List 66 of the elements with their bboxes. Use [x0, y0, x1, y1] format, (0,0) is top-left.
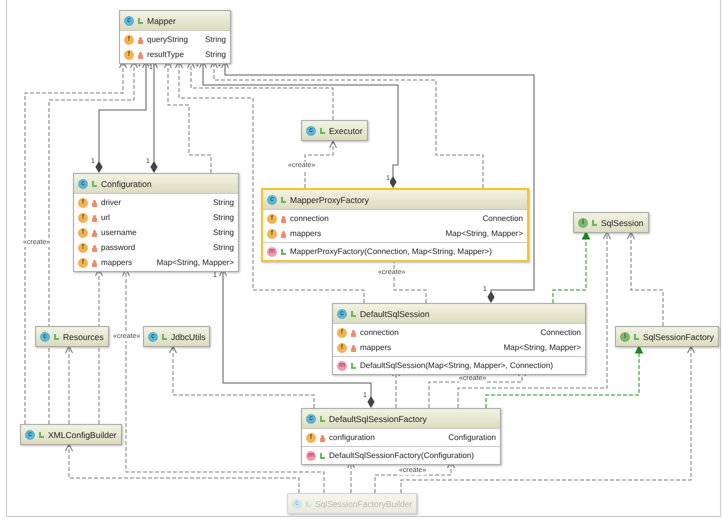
class-name: SqlSession	[601, 218, 644, 228]
lock-icon	[137, 36, 144, 44]
public-icon	[38, 430, 45, 438]
field-type: Configuration	[448, 433, 496, 442]
lock-icon	[280, 230, 287, 238]
lock-icon	[319, 434, 326, 442]
class-name: Configuration	[101, 178, 152, 188]
field-name: url	[101, 213, 111, 222]
method-signature: MapperProxyFactory(Connection, Map<String, Mapper>)	[290, 247, 493, 256]
lock-icon	[137, 50, 144, 58]
class-name: Mapper	[147, 16, 176, 26]
public-icon	[91, 180, 98, 188]
lock-icon	[91, 228, 98, 236]
class-name: DefaultSqlSession	[360, 308, 430, 318]
field-type: String	[205, 35, 226, 44]
field-name: resultType	[147, 50, 185, 59]
field-name: mappers	[101, 258, 134, 267]
class-name: Executor	[329, 126, 363, 136]
class-name: SqlSessionFactoryBuilder	[315, 498, 412, 508]
class-name: XMLConfigBuilder	[48, 430, 117, 440]
class-name: MapperProxyFactory	[290, 194, 369, 204]
method-signature: DefaultSqlSessionFactory(Configuration)	[329, 451, 475, 460]
field-name: mappers	[290, 229, 322, 238]
class-name: JdbcUtils	[171, 332, 206, 342]
field-type: String	[213, 243, 234, 252]
lock-icon	[91, 258, 98, 266]
class-name: SqlSessionFactory	[643, 332, 714, 342]
field-type: Map<String, Mapper>	[156, 258, 234, 267]
lock-icon	[350, 328, 357, 336]
public-icon	[350, 310, 357, 318]
lock-icon	[91, 214, 98, 222]
lock-icon	[280, 214, 287, 222]
public-icon	[319, 126, 326, 134]
public-icon	[53, 332, 60, 340]
public-icon	[305, 500, 312, 508]
lock-icon	[350, 344, 357, 352]
field-type: Map<String, Mapper>	[504, 343, 581, 352]
field-type: Map<String, Mapper>	[446, 229, 523, 238]
public-icon	[280, 248, 287, 256]
field-type: Connection	[540, 328, 581, 337]
field-type: String	[205, 50, 226, 59]
public-icon	[137, 16, 144, 24]
class-name: Resources	[63, 332, 104, 342]
class-name: DefaultSqlSessionFactory	[329, 414, 427, 424]
field-name: configuration	[329, 433, 376, 442]
field-type: String	[213, 228, 234, 237]
field-name: password	[101, 243, 136, 252]
field-type: Connection	[482, 214, 523, 223]
field-name: driver	[101, 198, 122, 207]
public-icon	[591, 218, 598, 226]
field-name: username	[101, 228, 138, 237]
public-icon	[633, 332, 640, 340]
public-icon	[161, 332, 168, 340]
method-signature: DefaultSqlSession(Map<String, Mapper>, Connection)	[360, 361, 554, 370]
lock-icon	[91, 244, 98, 252]
public-icon	[319, 414, 326, 422]
field-name: connection	[290, 214, 330, 223]
field-type: String	[213, 213, 234, 222]
field-type: String	[213, 198, 234, 207]
public-icon	[319, 452, 326, 460]
public-icon	[350, 362, 357, 370]
field-name: queryString	[147, 35, 189, 44]
lock-icon	[91, 198, 98, 206]
field-name: connection	[360, 328, 400, 337]
field-name: mappers	[360, 343, 392, 352]
public-icon	[280, 196, 287, 204]
